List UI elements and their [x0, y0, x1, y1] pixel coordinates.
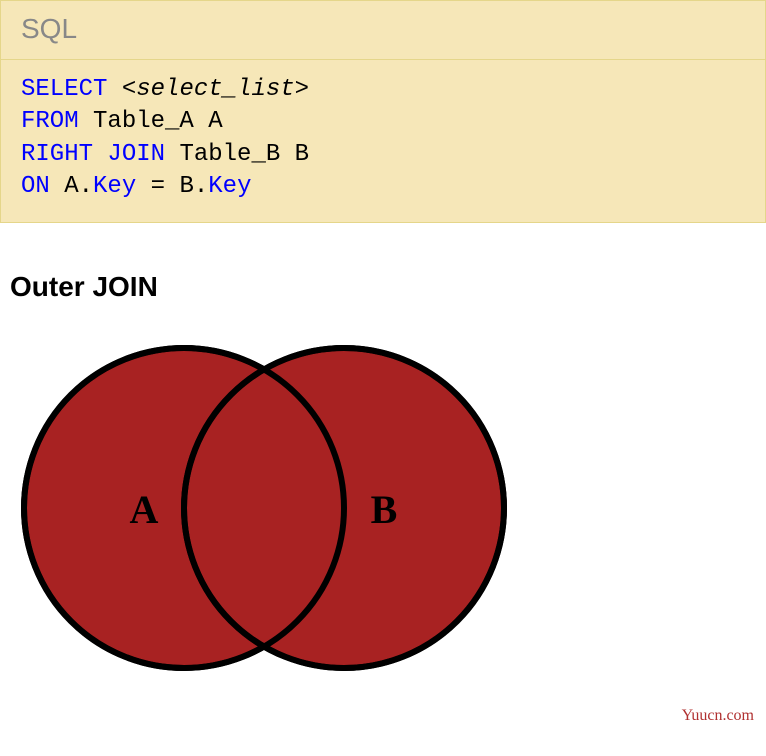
table-a: Table_A A [93, 108, 223, 135]
table-b: Table_B B [179, 141, 309, 168]
watermark: Yuucn.com [682, 707, 754, 725]
kw-right-join: RIGHT JOIN [21, 141, 165, 168]
code-body: SELECT <select_list> FROM Table_A A RIGH… [1, 60, 765, 222]
key-1: Key [93, 173, 136, 200]
venn-label-b: B [371, 487, 398, 532]
code-language-label: SQL [1, 1, 765, 60]
venn-diagram: A B [14, 313, 514, 713]
kw-from: FROM [21, 108, 79, 135]
dot-2: . [194, 173, 208, 200]
eq-op: = [136, 173, 179, 200]
b-ref: B [179, 173, 193, 200]
select-placeholder: <select_list> [122, 76, 309, 103]
venn-label-a: A [130, 487, 159, 532]
kw-on: ON [21, 173, 50, 200]
kw-select: SELECT [21, 76, 107, 103]
dot-1: . [79, 173, 93, 200]
sql-code-block: SQL SELECT <select_list> FROM Table_A A … [0, 0, 766, 223]
venn-diagram-container: A B Yuucn.com [0, 313, 766, 733]
outer-join-heading: Outer JOIN [10, 271, 766, 303]
a-ref: A [64, 173, 78, 200]
key-2: Key [208, 173, 251, 200]
